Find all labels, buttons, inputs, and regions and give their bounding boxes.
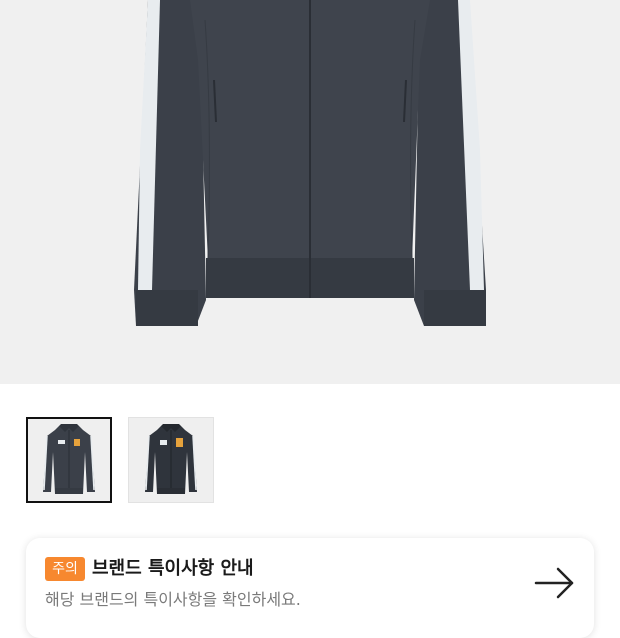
arrow-right-icon[interactable]: [534, 566, 576, 600]
jacket-thumbnail-icon: [145, 424, 197, 494]
jacket-thumbnail-icon: [43, 424, 95, 494]
caution-badge: 주의: [45, 557, 85, 581]
notice-title: 브랜드 특이사항 안내: [92, 558, 254, 579]
notice-description: 해당 브랜드의 특이사항을 확인하세요.: [45, 590, 301, 609]
jacket-illustration: [134, 0, 486, 326]
thumbnail-jacket-front[interactable]: [26, 417, 112, 503]
brand-notice-card[interactable]: 주의 브랜드 특이사항 안내 해당 브랜드의 특이사항을 확인하세요.: [26, 538, 594, 638]
thumbnail-jacket-alt[interactable]: [128, 417, 214, 503]
product-hero-image[interactable]: [0, 0, 620, 384]
